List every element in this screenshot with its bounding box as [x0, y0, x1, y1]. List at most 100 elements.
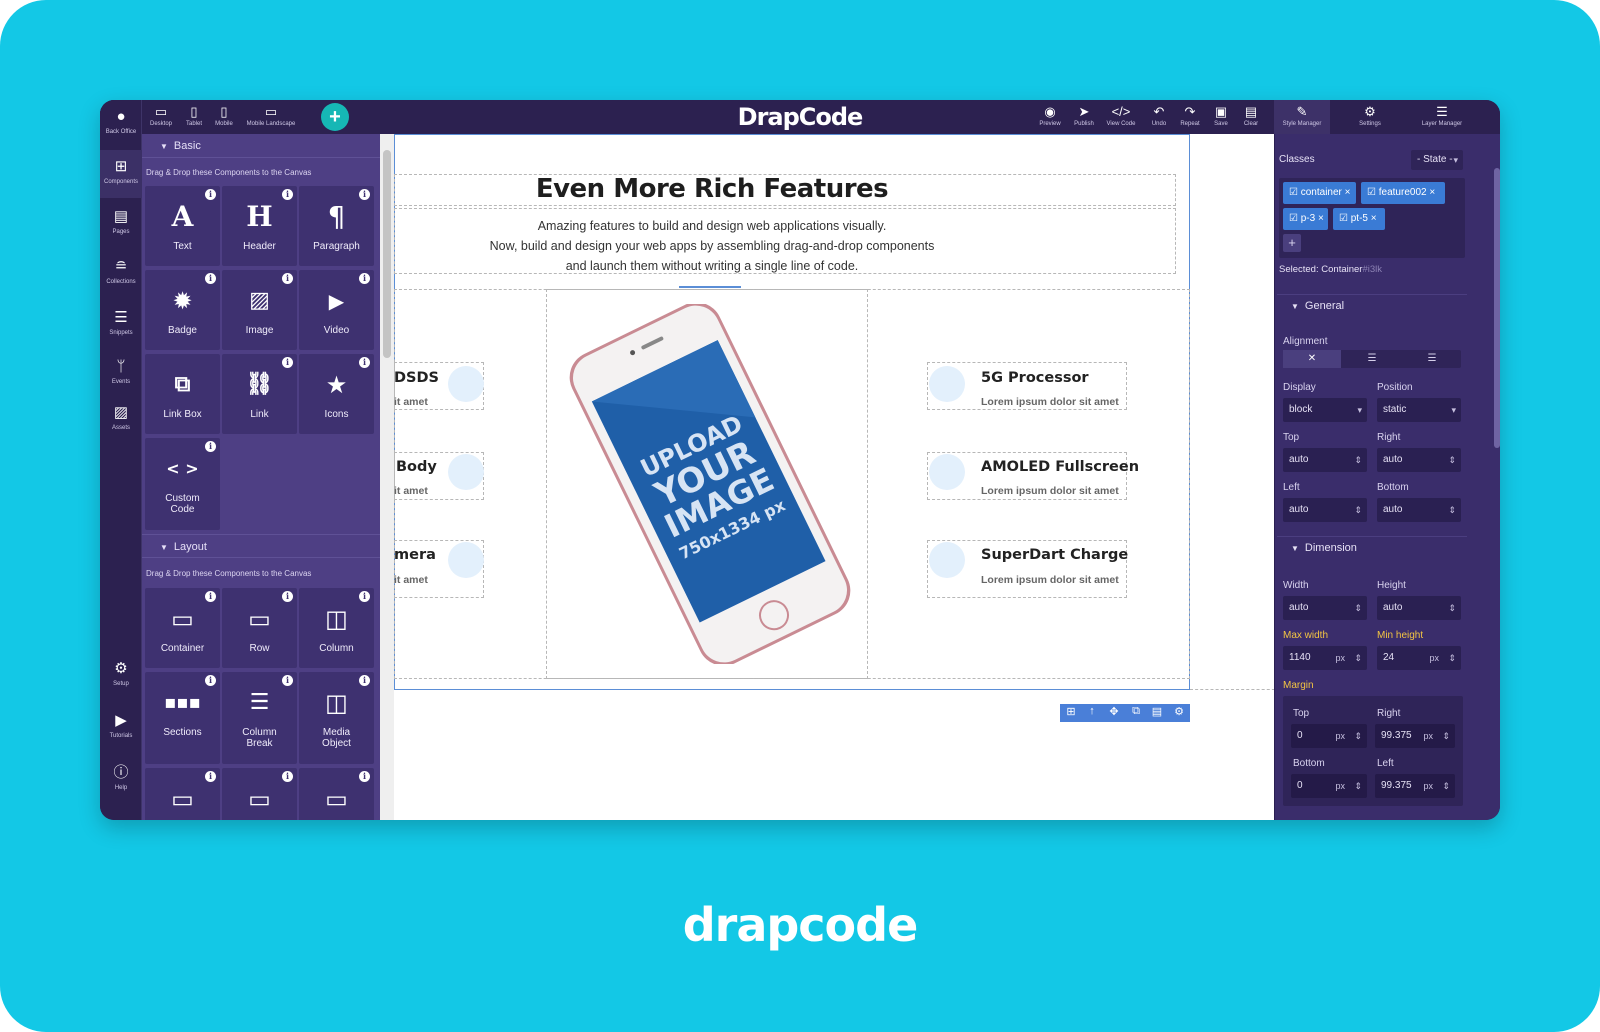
- class-chip-feature002[interactable]: ☑ feature002 ×: [1361, 182, 1445, 204]
- component-column-break[interactable]: i ☰ Column Break: [222, 672, 297, 764]
- close-icon[interactable]: ×: [1345, 187, 1351, 198]
- component-badge[interactable]: i ✹ Badge: [145, 270, 220, 350]
- component-sections[interactable]: i ▪▪▪ Sections: [145, 672, 220, 764]
- feature-right-3-sub[interactable]: Lorem ipsum dolor sit amet: [981, 574, 1127, 586]
- bottom-input[interactable]: auto ⇕: [1377, 498, 1461, 522]
- feature-right-2-title[interactable]: AMOLED Fullscreen: [981, 459, 1139, 475]
- copy-icon[interactable]: ⧉: [1127, 705, 1145, 718]
- component-video[interactable]: i ▶ Video: [299, 270, 374, 350]
- clear-button[interactable]: ▤ Clear: [1238, 100, 1264, 134]
- feature-right-3-title[interactable]: SuperDart Charge: [981, 547, 1128, 563]
- info-icon[interactable]: i: [282, 357, 293, 368]
- state-select[interactable]: - State - ▾: [1411, 150, 1463, 170]
- top-input[interactable]: auto ⇕: [1283, 448, 1367, 472]
- preview-button[interactable]: ◉ Preview: [1036, 100, 1064, 134]
- feature-right-2-sub[interactable]: Lorem ipsum dolor sit amet: [981, 485, 1127, 497]
- info-icon[interactable]: i: [282, 675, 293, 686]
- info-icon[interactable]: i: [282, 591, 293, 602]
- align-left-button[interactable]: ☰: [1343, 350, 1401, 368]
- margin-top-input[interactable]: 0 px ⇕: [1291, 724, 1367, 748]
- layout-section-header[interactable]: ▼ Layout: [142, 534, 380, 558]
- sidebar-item-snippets[interactable]: ☰ Snippets: [100, 309, 142, 336]
- phone-mockup-image[interactable]: UPLOAD YOUR IMAGE 750x1334 px: [564, 304, 854, 664]
- arrow-up-icon[interactable]: ↑: [1083, 705, 1101, 717]
- stepper-icon[interactable]: ⇕: [1354, 448, 1362, 472]
- component-link-box[interactable]: ⧉ Link Box: [145, 354, 220, 434]
- width-input[interactable]: auto ⇕: [1283, 596, 1367, 620]
- move-icon[interactable]: ✥: [1105, 705, 1123, 718]
- component-column[interactable]: i ◫ Column: [299, 588, 374, 668]
- margin-left-input[interactable]: 99.375 px ⇕: [1375, 774, 1455, 798]
- basic-section-header[interactable]: ▼ Basic: [142, 134, 380, 158]
- class-chip-pt-5[interactable]: ☑ pt-5 ×: [1333, 208, 1385, 230]
- margin-bottom-input[interactable]: 0 px ⇕: [1291, 774, 1367, 798]
- device-mobile-button[interactable]: ▯ Mobile: [211, 100, 237, 134]
- stepper-icon[interactable]: ⇕: [1448, 596, 1456, 620]
- sidebar-item-assets[interactable]: ▨ Assets: [100, 404, 142, 431]
- info-icon[interactable]: i: [282, 189, 293, 200]
- section-heading[interactable]: Even More Rich Features: [394, 174, 1030, 204]
- device-mobile-landscape-button[interactable]: ▭ Mobile Landscape: [243, 100, 299, 134]
- section-paragraph[interactable]: Amazing features to build and design web…: [394, 216, 1030, 276]
- style-panel-scrollbar[interactable]: [1494, 168, 1500, 448]
- drag-handle[interactable]: [679, 286, 741, 288]
- position-select[interactable]: static ▾: [1377, 398, 1461, 422]
- undo-button[interactable]: ↶ Undo: [1146, 100, 1172, 134]
- add-component-button[interactable]: +: [321, 103, 349, 131]
- info-icon[interactable]: i: [205, 441, 216, 452]
- stepper-icon[interactable]: ⇕: [1442, 774, 1450, 798]
- left-input[interactable]: auto ⇕: [1283, 498, 1367, 522]
- component-more-3[interactable]: i ▭: [299, 768, 374, 820]
- stepper-icon[interactable]: ⇕: [1354, 774, 1362, 798]
- component-container[interactable]: i ▭ Container: [145, 588, 220, 668]
- stepper-icon[interactable]: ⇕: [1448, 448, 1456, 472]
- delete-icon[interactable]: ▤: [1148, 705, 1166, 718]
- sidebar-item-components[interactable]: ⊞ Components: [100, 150, 142, 198]
- general-section-header[interactable]: ▼ General: [1277, 294, 1467, 316]
- settings-button[interactable]: ⚙ Settings: [1350, 100, 1390, 134]
- close-icon[interactable]: ×: [1371, 213, 1377, 224]
- display-select[interactable]: block ▾: [1283, 398, 1367, 422]
- stepper-icon[interactable]: ⇕: [1442, 724, 1450, 748]
- component-custom-code[interactable]: i < > Custom Code: [145, 438, 220, 530]
- stepper-icon[interactable]: ⇕: [1448, 498, 1456, 522]
- publish-button[interactable]: ➤ Publish: [1070, 100, 1098, 134]
- component-header[interactable]: i H Header: [222, 186, 297, 266]
- info-icon[interactable]: i: [282, 273, 293, 284]
- height-input[interactable]: auto ⇕: [1377, 596, 1461, 620]
- sidebar-item-tutorials[interactable]: ▶ Tutorials: [100, 712, 142, 739]
- scrollbar-thumb[interactable]: [383, 150, 391, 358]
- sidebar-item-pages[interactable]: ▤ Pages: [100, 208, 142, 235]
- dimension-section-header[interactable]: ▼ Dimension: [1277, 536, 1467, 558]
- info-icon[interactable]: i: [359, 189, 370, 200]
- info-icon[interactable]: i: [205, 273, 216, 284]
- class-chip-p-3[interactable]: ☑ p-3 ×: [1283, 208, 1328, 230]
- view-code-button[interactable]: </> View Code: [1103, 100, 1139, 134]
- repeat-button[interactable]: ↷ Repeat: [1177, 100, 1203, 134]
- feature-left-3-title[interactable]: mera: [394, 547, 436, 563]
- info-icon[interactable]: i: [205, 771, 216, 782]
- info-icon[interactable]: i: [282, 771, 293, 782]
- margin-right-input[interactable]: 99.375 px ⇕: [1375, 724, 1455, 748]
- info-icon[interactable]: i: [205, 591, 216, 602]
- component-link[interactable]: i ⛓ Link: [222, 354, 297, 434]
- sidebar-item-back-office[interactable]: ● Back Office: [100, 108, 142, 135]
- close-icon[interactable]: ×: [1429, 187, 1435, 198]
- min-height-input[interactable]: 24 px ⇕: [1377, 646, 1461, 670]
- device-desktop-button[interactable]: ▭ Desktop: [146, 100, 176, 134]
- feature-left-1-sub[interactable]: it amet: [394, 396, 428, 408]
- add-icon[interactable]: ⊞: [1062, 705, 1080, 718]
- info-icon[interactable]: i: [359, 675, 370, 686]
- feature-left-3-sub[interactable]: it amet: [394, 574, 428, 586]
- component-image[interactable]: i ▨ Image: [222, 270, 297, 350]
- settings-icon[interactable]: ⚙: [1170, 705, 1188, 718]
- layer-manager-button[interactable]: ☰ Layer Manager: [1416, 100, 1468, 134]
- class-chip-container[interactable]: ☑ container ×: [1283, 182, 1356, 204]
- save-button[interactable]: ▣ Save: [1208, 100, 1234, 134]
- stepper-icon[interactable]: ⇕: [1448, 646, 1456, 670]
- max-width-input[interactable]: 1140 px ⇕: [1283, 646, 1367, 670]
- info-icon[interactable]: i: [359, 771, 370, 782]
- components-scrollbar[interactable]: [380, 134, 394, 820]
- right-input[interactable]: auto ⇕: [1377, 448, 1461, 472]
- align-right-button[interactable]: ☰: [1403, 350, 1461, 368]
